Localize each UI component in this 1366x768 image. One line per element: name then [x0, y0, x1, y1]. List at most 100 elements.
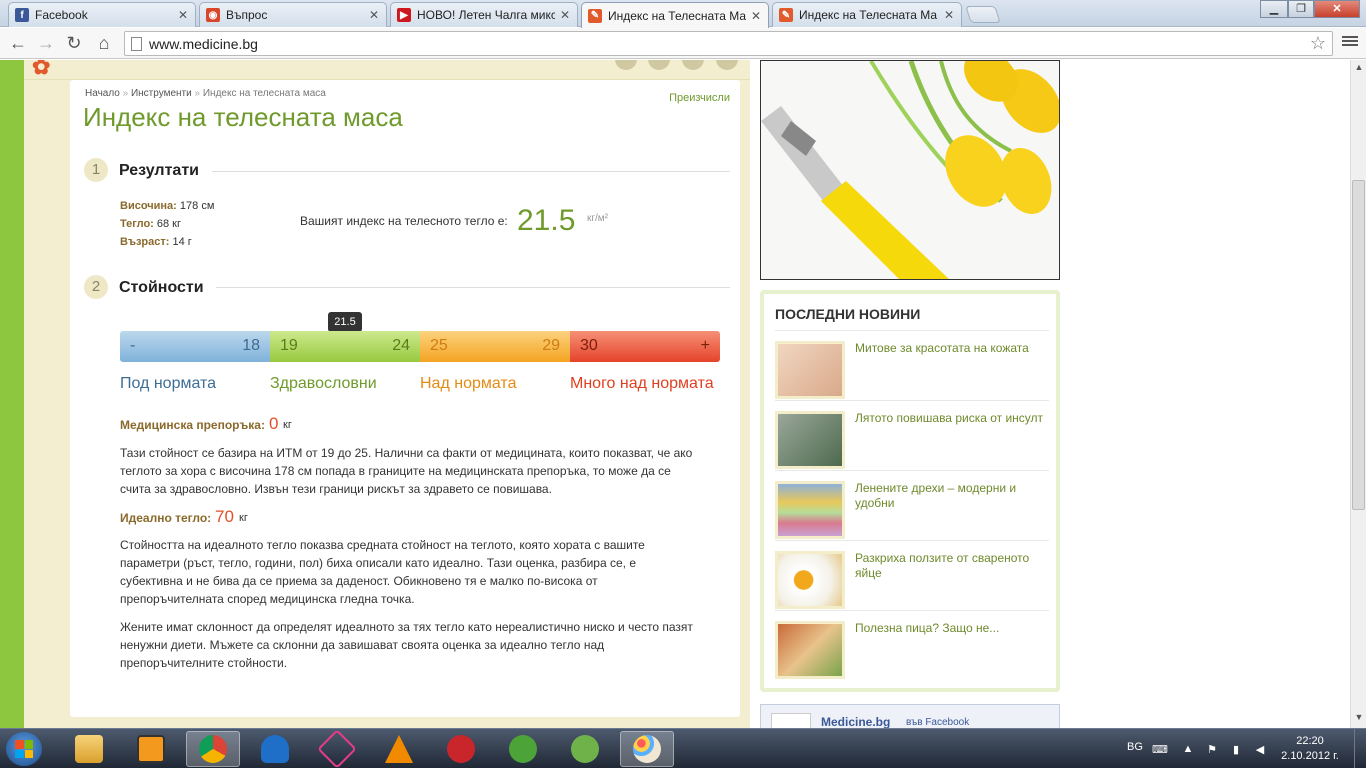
breadcrumb-tools[interactable]: Инструменти: [131, 88, 192, 99]
news-title[interactable]: Разкриха ползите от свареното яйце: [855, 551, 1050, 581]
reload-icon[interactable]: ↻: [62, 31, 86, 55]
segment-max: +: [700, 337, 710, 354]
close-tab-icon[interactable]: ✕: [750, 9, 762, 23]
close-window-button[interactable]: ✕: [1314, 0, 1360, 18]
news-title[interactable]: Митове за красотата на кожата: [855, 341, 1050, 356]
app-icon[interactable]: [310, 729, 364, 768]
maximize-button[interactable]: ❐: [1288, 0, 1314, 18]
recommendation-unit: кг: [283, 419, 292, 431]
news-item[interactable]: Ленените дрехи – модерни и удобни: [775, 470, 1049, 540]
facebook-page-name[interactable]: Medicine.bg: [821, 715, 890, 728]
menu-icon[interactable]: [1342, 34, 1358, 50]
tab-question[interactable]: ◉ Въпрос ✕: [199, 2, 387, 27]
system-clock[interactable]: 22:20 2.10.2012 г.: [1280, 734, 1340, 764]
vlc-icon[interactable]: [372, 731, 426, 767]
recalculate-link[interactable]: Преизчисли: [669, 92, 730, 104]
segment-max: 29: [542, 337, 560, 354]
section-title-values: Стойности: [119, 279, 204, 296]
start-button[interactable]: [6, 732, 42, 766]
new-tab-button[interactable]: [965, 6, 1001, 23]
show-hidden-icons[interactable]: ▲: [1182, 743, 1194, 755]
bookmark-star-icon[interactable]: ☆: [1310, 33, 1326, 54]
news-heading: ПОСЛЕДНИ НОВИНИ: [775, 306, 921, 322]
tab-label: Индекс на Телесната Ма: [608, 8, 746, 23]
age-value: 14 г: [172, 236, 192, 248]
height-value: 178 см: [179, 200, 215, 212]
news-title[interactable]: Лятото повишава риска от инсулт: [855, 411, 1050, 426]
facebook-suffix: във Facebook: [906, 717, 970, 728]
news-item[interactable]: Лятото повишава риска от инсулт: [775, 400, 1049, 470]
close-tab-icon[interactable]: ✕: [368, 8, 380, 22]
news-item[interactable]: Разкриха ползите от свареното яйце: [775, 540, 1049, 610]
close-tab-icon[interactable]: ✕: [177, 8, 189, 22]
utorrent-icon[interactable]: [496, 731, 550, 767]
medicine-icon: ✎: [588, 8, 602, 23]
scroll-down-icon[interactable]: ▼: [1353, 712, 1365, 724]
language-indicator[interactable]: BG: [1127, 741, 1143, 753]
medicine-icon: ✎: [779, 8, 793, 22]
chrome-taskbar-icon[interactable]: [186, 731, 240, 767]
tab-youtube[interactable]: ▶ НОВО! Летен Чалга микс ✕: [390, 2, 578, 27]
volume-icon[interactable]: ◀: [1254, 743, 1266, 756]
notepad-plus-plus-icon[interactable]: [558, 731, 612, 767]
scale-segment-over: 25 29: [420, 331, 570, 362]
skydrive-icon[interactable]: [248, 731, 302, 767]
home-icon[interactable]: ⌂: [92, 31, 116, 55]
address-bar[interactable]: www.medicine.bg ☆: [124, 31, 1333, 56]
bmi-unit: кг/м²: [587, 213, 609, 224]
section-number: 2: [84, 275, 108, 299]
page-title: Индекс на телесната маса: [83, 102, 403, 132]
show-desktop-button[interactable]: [1354, 729, 1366, 768]
action-center-icon[interactable]: ⚑: [1206, 743, 1218, 756]
breadcrumb-home[interactable]: Начало: [85, 88, 120, 99]
recommendation-text: Тази стойност се базира на ИТМ от 19 до …: [120, 446, 693, 496]
back-icon[interactable]: ←: [6, 31, 30, 55]
news-thumbnail[interactable]: [775, 341, 845, 399]
breadcrumb: Начало » Инструменти » Индекс на телесна…: [85, 88, 326, 99]
app-icon[interactable]: [434, 731, 488, 767]
scale-segment-much-over: 30 +: [570, 331, 720, 362]
category-healthy: Здравословни: [270, 375, 377, 392]
media-player-icon[interactable]: [124, 731, 178, 767]
news-item[interactable]: Полезна пица? Защо не...: [775, 610, 1049, 680]
facebook-like-box[interactable]: Medicine.bg във Facebook: [760, 704, 1060, 728]
bmi-card: Начало » Инструменти » Индекс на телесна…: [70, 80, 740, 717]
keyboard-icon[interactable]: ⌨: [1152, 743, 1168, 756]
section-title-results: Резултати: [119, 162, 199, 179]
news-item[interactable]: Митове за красотата на кожата: [775, 330, 1049, 400]
forward-icon[interactable]: →: [34, 31, 58, 55]
vertical-scrollbar[interactable]: ▲ ▼: [1350, 60, 1366, 728]
left-green-stripe: [0, 60, 24, 728]
tab-bmi-active[interactable]: ✎ Индекс на Телесната Ма ✕: [581, 2, 769, 28]
paint-icon[interactable]: [620, 731, 674, 767]
network-icon[interactable]: ▮: [1230, 743, 1242, 756]
ideal-weight-label: Идеално тегло:: [120, 511, 212, 525]
scale-segment-under: - 18: [120, 331, 270, 362]
scroll-up-icon[interactable]: ▲: [1353, 62, 1365, 74]
tab-bmi[interactable]: ✎ Индекс на Телесната Ма ✕: [772, 2, 962, 27]
ad-banner[interactable]: [760, 60, 1060, 280]
news-thumbnail[interactable]: [775, 621, 845, 679]
section-number: 1: [84, 158, 108, 182]
news-thumbnail[interactable]: [775, 551, 845, 609]
bmi-scale: - 18 19 24 25 29 30 +: [120, 331, 720, 362]
news-title[interactable]: Полезна пица? Защо не...: [855, 621, 1050, 636]
tools-header: [24, 60, 750, 80]
close-tab-icon[interactable]: ✕: [559, 8, 571, 22]
recommendation-value: 0: [269, 414, 279, 433]
tab-strip: f Facebook ✕ ◉ Въпрос ✕ ▶ НОВО! Летен Ча…: [0, 0, 1366, 28]
segment-max: 18: [242, 337, 260, 354]
tulips-illustration: [761, 61, 1059, 279]
tab-facebook[interactable]: f Facebook ✕: [8, 2, 196, 27]
minimize-button[interactable]: ▁: [1260, 0, 1288, 18]
close-tab-icon[interactable]: ✕: [943, 8, 955, 22]
segment-min: 30: [580, 337, 598, 354]
height-stat: Височина: 178 см: [120, 200, 214, 212]
news-title[interactable]: Ленените дрехи – модерни и удобни: [855, 481, 1050, 511]
news-thumbnail[interactable]: [775, 481, 845, 539]
logo-icon: ✿: [32, 60, 51, 79]
bmi-value: 21.5: [517, 204, 576, 237]
scrollbar-thumb[interactable]: [1352, 180, 1365, 510]
news-thumbnail[interactable]: [775, 411, 845, 469]
explorer-icon[interactable]: [62, 731, 116, 767]
